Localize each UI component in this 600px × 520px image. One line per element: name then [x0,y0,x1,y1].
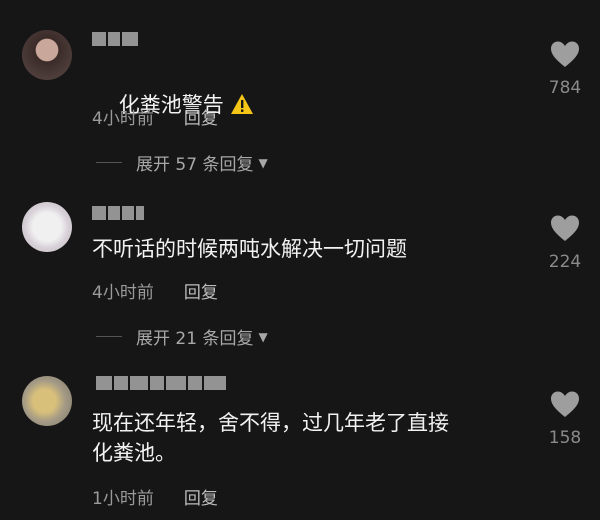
username-blurred[interactable] [96,376,226,390]
comment-text: 现在还年轻，舍不得，过几年老了直接 化粪池。 [92,411,449,465]
like-button[interactable]: 784 [540,40,590,98]
comment-meta: 4小时前 回复 [92,278,218,303]
avatar[interactable] [22,202,72,252]
warning-icon [230,94,253,114]
expand-replies-button[interactable]: 展开 57 条回复 ▼ [96,150,268,175]
reply-button[interactable]: 回复 [184,104,218,129]
comment-time: 4小时前 [92,109,154,129]
expand-replies-label: 展开 21 条回复 [136,329,254,349]
reply-button[interactable]: 回复 [184,484,218,509]
like-button[interactable]: 158 [540,390,590,448]
heart-icon [551,215,579,241]
reply-button[interactable]: 回复 [184,278,218,303]
divider-line [96,336,122,337]
comment-time: 1小时前 [92,489,154,509]
expand-replies-button[interactable]: 展开 21 条回复 ▼ [96,324,268,349]
comment-time: 4小时前 [92,283,154,303]
heart-icon [551,391,579,417]
caret-down-icon: ▼ [258,329,268,344]
heart-icon [551,41,579,67]
like-count: 158 [548,428,582,448]
like-count: 784 [548,78,582,98]
comment-meta: 4小时前 回复 [92,104,218,129]
comment-text: 不听话的时候两吨水解决一切问题 [92,237,407,261]
caret-down-icon: ▼ [258,155,268,170]
avatar[interactable] [22,30,72,80]
like-button[interactable]: 224 [540,214,590,272]
username-blurred[interactable] [92,206,144,220]
username-blurred[interactable] [92,32,138,46]
divider-line [96,162,122,163]
avatar[interactable] [22,376,72,426]
comment-meta: 1小时前 回复 [92,484,218,509]
expand-replies-label: 展开 57 条回复 [136,155,254,175]
like-count: 224 [548,252,582,272]
